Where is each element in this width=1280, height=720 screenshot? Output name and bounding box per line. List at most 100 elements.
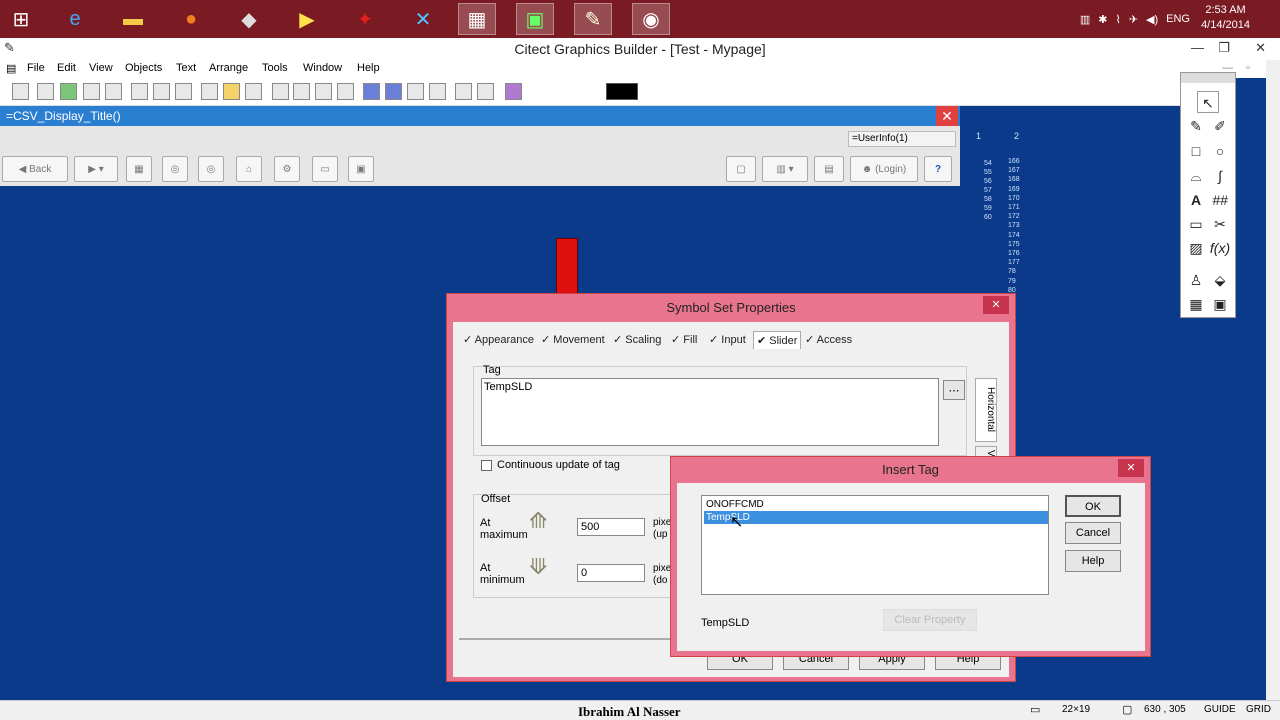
- volume-icon[interactable]: ◀): [1146, 13, 1158, 26]
- dialog-close-icon[interactable]: ✕: [1118, 459, 1144, 477]
- close-button[interactable]: ✕: [1255, 38, 1266, 58]
- tab-input[interactable]: ✓ Input: [709, 331, 746, 349]
- continuous-update-checkbox[interactable]: [481, 460, 492, 471]
- graphics-builder-icon[interactable]: ✎: [574, 3, 612, 35]
- minimize-button[interactable]: —: [1191, 38, 1204, 58]
- windows-start-icon[interactable]: ⊞: [2, 3, 40, 35]
- ellipse-icon[interactable]: ○: [1209, 140, 1231, 162]
- menu-text[interactable]: Text: [176, 62, 196, 74]
- guide-indicator[interactable]: GUIDE: [1204, 704, 1236, 715]
- child-restore-icon[interactable]: ▫: [1246, 62, 1250, 74]
- toolbar-button-5[interactable]: [105, 83, 122, 100]
- app-red-icon[interactable]: ✦: [346, 3, 384, 35]
- pipe-icon[interactable]: ∫: [1209, 165, 1231, 187]
- grid-indicator[interactable]: GRID: [1246, 704, 1271, 715]
- citect-runtime-icon[interactable]: ◉: [632, 3, 670, 35]
- color-picker[interactable]: [606, 83, 638, 100]
- menu-tools[interactable]: Tools: [262, 62, 288, 74]
- freehand-icon[interactable]: ✎: [1185, 115, 1207, 137]
- palette-title-bar[interactable]: [1181, 73, 1235, 83]
- home-icon[interactable]: ⌂: [236, 156, 262, 182]
- nav-button-8[interactable]: ▢: [726, 156, 756, 182]
- login-button[interactable]: ☻ (Login): [850, 156, 918, 182]
- toolbar-button-1[interactable]: [12, 83, 29, 100]
- open-folder-icon[interactable]: [223, 83, 240, 100]
- tab-fill[interactable]: ✓ Fill: [671, 331, 697, 349]
- nav-button-1[interactable]: ▦: [126, 156, 152, 182]
- tab-movement[interactable]: ✓ Movement: [541, 331, 605, 349]
- menu-edit[interactable]: Edit: [57, 62, 76, 74]
- userinfo-field[interactable]: =UserInfo(1): [848, 131, 956, 147]
- toolbar-button-19[interactable]: [429, 83, 446, 100]
- line-icon[interactable]: ✐: [1209, 115, 1231, 137]
- cut-icon[interactable]: [272, 83, 289, 100]
- genie-icon[interactable]: ♙: [1185, 269, 1207, 291]
- menu-objects[interactable]: Objects: [125, 62, 162, 74]
- tab-horizontal[interactable]: Horizontal: [975, 378, 997, 442]
- airplane-icon[interactable]: ✈: [1129, 13, 1138, 26]
- toolbar-button-18[interactable]: [407, 83, 424, 100]
- pasted-symbol-icon[interactable]: ⬙: [1209, 269, 1231, 291]
- nav-button-6[interactable]: ▭: [312, 156, 338, 182]
- tab-scaling[interactable]: ✓ Scaling: [613, 331, 661, 349]
- ungroup-icon[interactable]: [477, 83, 494, 100]
- print-icon[interactable]: ▤: [814, 156, 844, 182]
- rectangle-icon[interactable]: □: [1185, 140, 1207, 162]
- back-button[interactable]: ◀ Back: [2, 156, 68, 182]
- page-close-icon[interactable]: ✕: [936, 106, 958, 126]
- toolbar-button-2[interactable]: [37, 83, 54, 100]
- internet-explorer-icon[interactable]: e: [56, 3, 94, 35]
- undo-icon[interactable]: [337, 83, 354, 100]
- citect-project-icon[interactable]: ▦: [458, 3, 496, 35]
- restore-button[interactable]: ❐: [1218, 38, 1230, 58]
- cancel-button[interactable]: Cancel: [1065, 522, 1121, 544]
- group-icon[interactable]: [455, 83, 472, 100]
- dialog-close-icon[interactable]: ✕: [983, 296, 1009, 314]
- nav-button-7[interactable]: ▣: [348, 156, 374, 182]
- cicode-object-icon[interactable]: f(x): [1209, 237, 1231, 259]
- help-button[interactable]: Help: [1065, 550, 1121, 572]
- tag-input[interactable]: TempSLD: [481, 378, 939, 446]
- max-offset-input[interactable]: 500: [577, 518, 645, 536]
- toolbar-button-22[interactable]: [505, 83, 522, 100]
- polygon-icon[interactable]: ⌓: [1185, 165, 1207, 187]
- menu-window[interactable]: Window: [303, 62, 342, 74]
- slider-symbol[interactable]: [556, 238, 578, 294]
- wifi-icon[interactable]: ⌇: [1115, 13, 1120, 26]
- nav-button-2[interactable]: ◎: [162, 156, 188, 182]
- ok-button[interactable]: OK: [1065, 495, 1121, 517]
- insert-tag-button[interactable]: ⋯: [943, 380, 965, 400]
- database-icon[interactable]: ▦: [1185, 293, 1207, 315]
- language-indicator[interactable]: ENG: [1166, 13, 1190, 25]
- tab-appearance[interactable]: ✓ Appearance: [463, 331, 534, 349]
- list-item[interactable]: ONOFFCMD: [704, 498, 1048, 511]
- pointer-icon[interactable]: ↖: [1197, 91, 1219, 113]
- dialog-title[interactable]: Insert Tag: [671, 457, 1150, 483]
- help-icon[interactable]: ?: [924, 156, 952, 182]
- toolbar-button-7[interactable]: [153, 83, 170, 100]
- copy-icon[interactable]: [293, 83, 310, 100]
- bluetooth-icon[interactable]: ✱: [1098, 13, 1107, 26]
- bring-front-icon[interactable]: [363, 83, 380, 100]
- trend-icon[interactable]: ▨: [1185, 237, 1207, 259]
- vertical-scrollbar[interactable]: [1266, 60, 1280, 700]
- clock[interactable]: 2:53 AM 4/14/2014: [1201, 3, 1250, 33]
- network-nav-icon[interactable]: ⚙: [274, 156, 300, 182]
- menu-arrange[interactable]: Arrange: [209, 62, 248, 74]
- tab-slider[interactable]: ✔ Slider: [753, 331, 802, 349]
- app-tablet-icon[interactable]: ◆: [230, 3, 268, 35]
- citect-explorer-icon[interactable]: ▣: [516, 3, 554, 35]
- new-file-icon[interactable]: [201, 83, 218, 100]
- toolbar-button-3[interactable]: [60, 83, 77, 100]
- send-back-icon[interactable]: [385, 83, 402, 100]
- number-icon[interactable]: ##: [1209, 189, 1231, 211]
- button-tool-icon[interactable]: ▭: [1185, 213, 1207, 235]
- toolbar-button-8[interactable]: [175, 83, 192, 100]
- text-icon[interactable]: A: [1185, 189, 1207, 211]
- nav-button-3[interactable]: ◎: [198, 156, 224, 182]
- app-x-icon[interactable]: ✕: [404, 3, 442, 35]
- tab-access[interactable]: ✓ Access: [805, 331, 852, 349]
- toolbar-button-4[interactable]: [83, 83, 100, 100]
- tag-list[interactable]: ONOFFCMD TempSLD: [701, 495, 1049, 595]
- media-player-icon[interactable]: ▶: [288, 3, 326, 35]
